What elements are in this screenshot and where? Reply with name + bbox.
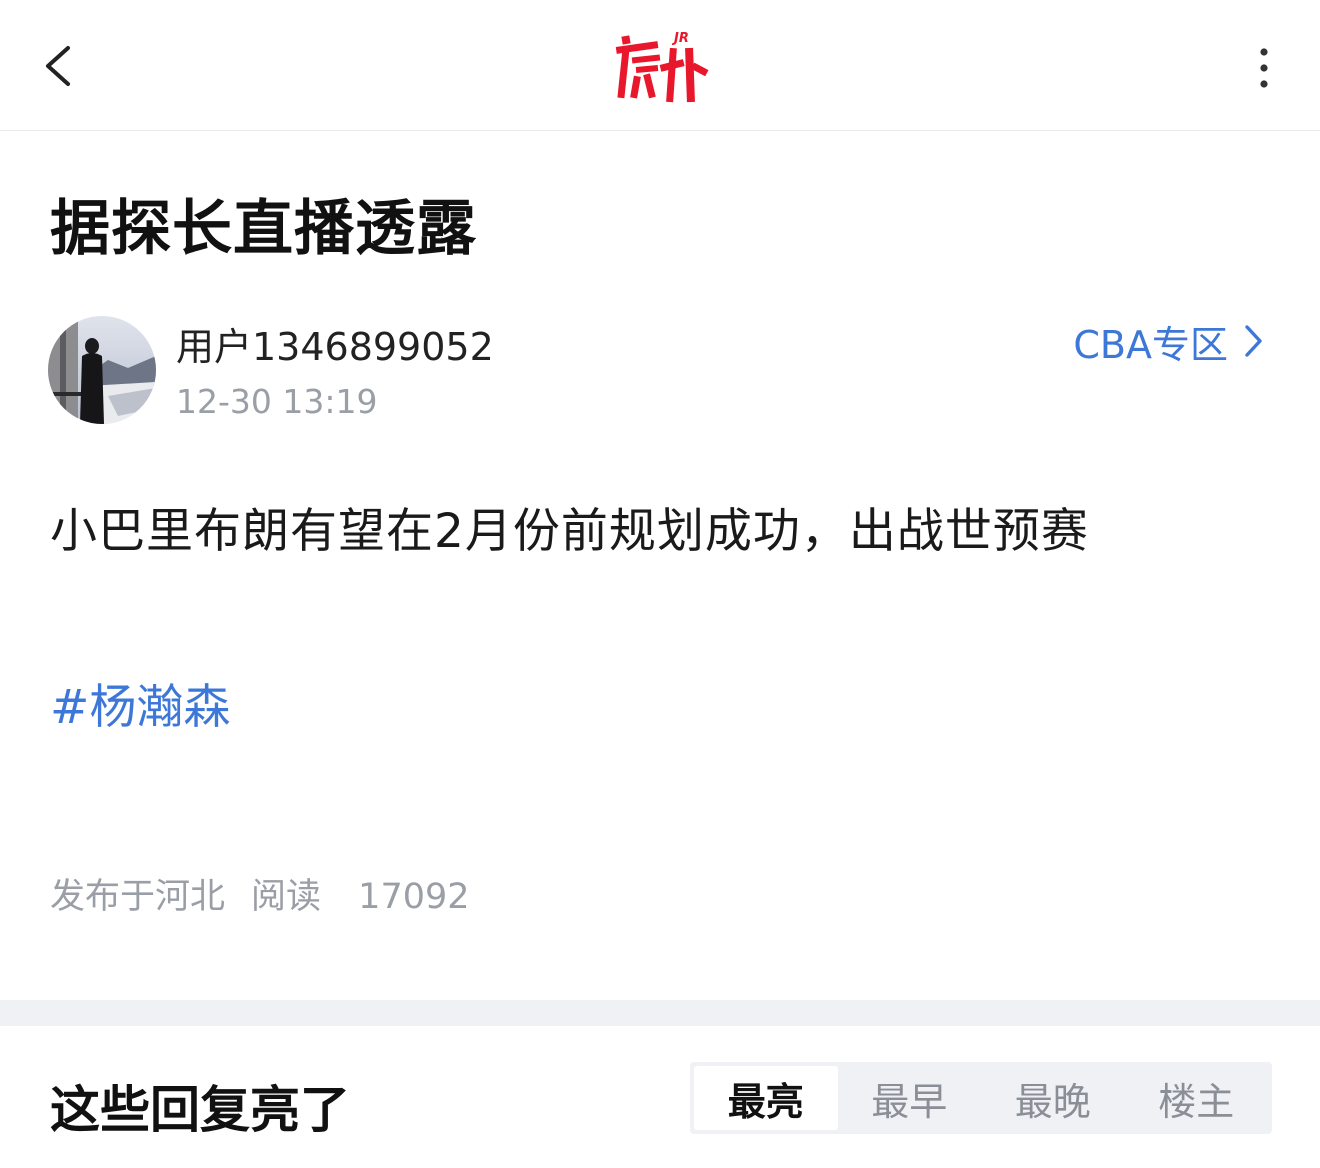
zone-link-label: CBA专区 (1073, 322, 1228, 367)
post-content: 小巴里布朗有望在2月份前规划成功，出战世预赛 (50, 504, 1089, 559)
post-time: 12-30 13:19 (176, 382, 378, 421)
post-meta: 发布于河北 阅读 17092 (50, 868, 470, 919)
more-options-button[interactable] (1244, 40, 1284, 96)
post-location: 发布于河北 (50, 877, 226, 917)
cba-zone-link[interactable]: CBA专区 (1073, 318, 1264, 367)
sort-tab-earliest[interactable]: 最早 (838, 1066, 982, 1130)
sort-tab-latest[interactable]: 最晚 (981, 1066, 1125, 1130)
sort-tab-op-only[interactable]: 楼主 (1125, 1066, 1269, 1130)
reply-sort-tabs: 最亮 最早 最晚 楼主 (690, 1062, 1272, 1134)
sort-tab-brightest[interactable]: 最亮 (694, 1066, 838, 1130)
post-title: 据探长直播透露 (50, 194, 477, 264)
top-navigation-bar: JR (0, 0, 1320, 131)
logo-badge: JR (671, 31, 689, 46)
read-count-group: 阅读 17092 (251, 877, 470, 917)
read-count: 17092 (358, 877, 470, 917)
author-avatar[interactable] (48, 316, 156, 424)
chevron-left-icon (46, 46, 70, 86)
more-vertical-icon (1260, 48, 1268, 88)
back-button[interactable] (38, 36, 82, 96)
section-divider (0, 1000, 1320, 1026)
chevron-right-icon (1245, 325, 1262, 357)
hupu-logo: JR (612, 26, 712, 106)
topic-tag[interactable]: #杨瀚森 (50, 668, 230, 737)
replies-section-title: 这些回复亮了 (50, 1081, 350, 1139)
author-name[interactable]: 用户1346899052 (176, 316, 494, 371)
read-label: 阅读 (251, 877, 322, 917)
